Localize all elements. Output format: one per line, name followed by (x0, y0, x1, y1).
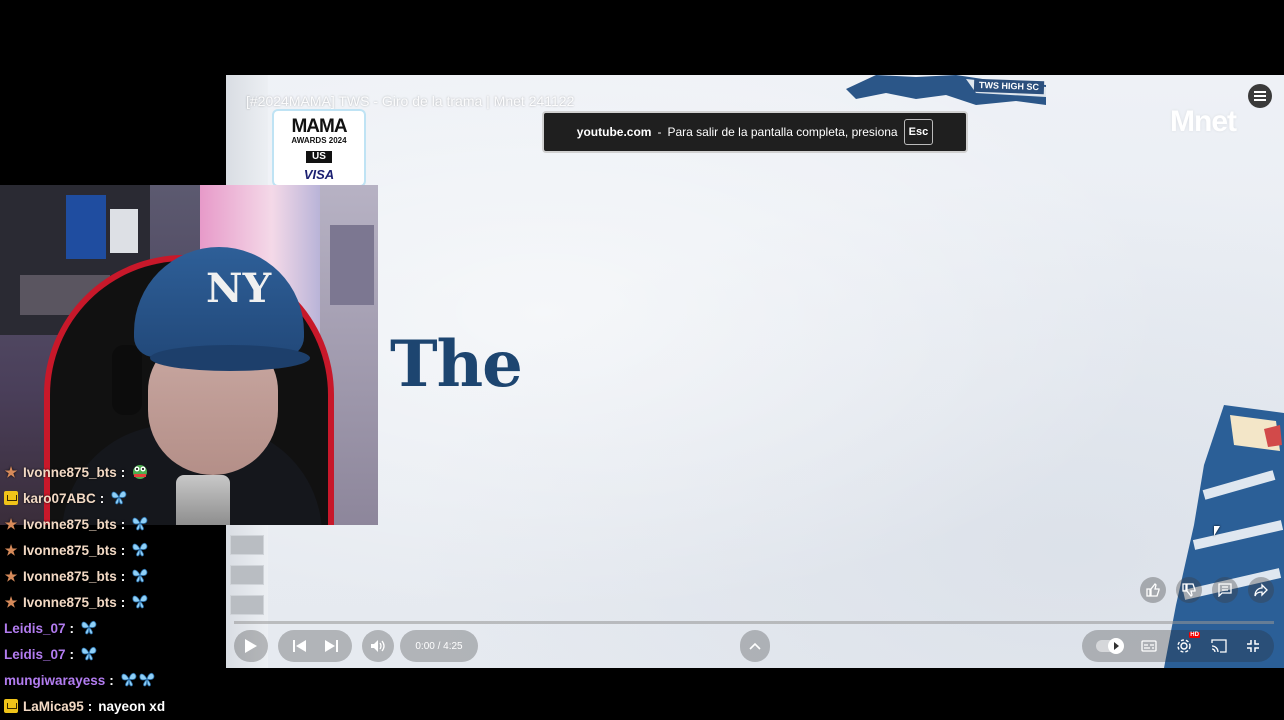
star-badge-icon: ★ (4, 568, 18, 584)
toast-message: Para salir de la pantalla completa, pres… (667, 125, 898, 139)
chat-colon: : (87, 698, 93, 714)
mama-awards-logo: MAMA AWARDS 2024 US VISA (274, 111, 364, 185)
headset-icon (112, 345, 142, 415)
chat-username[interactable]: karo07ABC (23, 491, 96, 506)
autoplay-toggle-icon[interactable] (1095, 638, 1124, 654)
chat-username[interactable]: Ivonne875_bts (23, 595, 117, 610)
chat-message: ★ Ivonne875_bts: (4, 564, 149, 588)
chat-colon: : (109, 672, 114, 688)
tws-paper-label: TWS HIGH SC (973, 78, 1045, 95)
volume-button[interactable] (362, 630, 394, 662)
chat-username[interactable]: Ivonne875_bts (23, 465, 117, 480)
lyric-text: The (390, 327, 523, 402)
chat-message: ★ Ivonne875_bts: (4, 590, 149, 614)
mama-logo-title: MAMA (291, 116, 347, 137)
captions-icon[interactable] (1141, 640, 1157, 652)
butterfly-emote-icon (80, 644, 98, 665)
esc-key: Esc (903, 119, 934, 145)
cast-icon[interactable] (1211, 639, 1227, 653)
chat-username[interactable]: Ivonne875_bts (23, 569, 117, 584)
fullscreen-toast: youtube.com - Para salir de la pantalla … (542, 111, 968, 153)
chevron-up-button[interactable] (740, 630, 770, 662)
butterfly-emote-icon (120, 670, 156, 691)
chat-username[interactable]: LaMica95 (23, 699, 84, 714)
chat-colon: : (69, 646, 75, 662)
play-button[interactable] (234, 630, 268, 662)
butterfly-emote-icon (110, 488, 128, 509)
comments-icon[interactable] (1212, 577, 1238, 603)
chat-username[interactable]: Leidis_07 (4, 647, 66, 662)
chat-username[interactable]: mungiwarayess (4, 673, 105, 688)
right-controls: HD (1082, 630, 1274, 662)
star-badge-icon: ★ (4, 516, 18, 532)
chat-message: Leidis_07: (4, 642, 98, 666)
mouse-cursor (1214, 526, 1220, 536)
exit-fullscreen-icon[interactable] (1246, 639, 1260, 653)
crown-badge-icon (4, 699, 18, 713)
play-icon (234, 639, 268, 653)
butterfly-emote-icon (131, 514, 149, 535)
crown-badge-icon (4, 491, 18, 505)
previous-icon[interactable] (292, 639, 308, 653)
dislike-icon[interactable] (1176, 577, 1202, 603)
chat-colon: : (120, 594, 126, 610)
star-badge-icon: ★ (4, 542, 18, 558)
chat-message: karo07ABC: (4, 486, 128, 510)
like-icon[interactable] (1140, 577, 1166, 603)
star-badge-icon: ★ (4, 594, 18, 610)
toast-domain: youtube.com (576, 125, 652, 139)
frog-emote-icon (131, 462, 149, 483)
next-icon[interactable] (323, 639, 339, 653)
butterfly-emote-icon (131, 540, 149, 561)
settings-icon[interactable]: HD (1176, 632, 1200, 654)
chat-message: Leidis_07: (4, 616, 98, 640)
chat-text: nayeon xd (98, 698, 166, 714)
chat-colon: : (99, 490, 105, 506)
volume-icon (370, 639, 386, 653)
video-side-actions (1140, 577, 1274, 603)
butterfly-emote-icon (131, 592, 149, 613)
ny-logo: NY (206, 265, 272, 312)
chat-username[interactable]: Ivonne875_bts (23, 543, 117, 558)
chat-colon: : (120, 464, 126, 480)
butterfly-emote-icon (80, 618, 98, 639)
player-controls: 0:00 / 4:25 HD (226, 628, 1284, 664)
progress-bar[interactable] (234, 621, 1274, 624)
chat-username[interactable]: Leidis_07 (4, 621, 66, 636)
video-background (226, 75, 1284, 668)
video-player[interactable]: TWS HIGH SC [#2024MAMA] TWS - Giro de la… (226, 75, 1284, 668)
queue-icon[interactable] (1248, 84, 1272, 108)
toast-separator: - (657, 125, 662, 139)
mama-logo-region: US (306, 151, 332, 163)
chat-message: mungiwarayess: (4, 668, 156, 692)
chevron-up-icon (749, 642, 761, 650)
hd-badge: HD (1189, 632, 1200, 638)
skip-controls (278, 630, 352, 662)
video-title[interactable]: [#2024MAMA] TWS - Giro de la trama | Mne… (246, 93, 574, 109)
chat-message: LaMica95: nayeon xd (4, 694, 165, 718)
butterfly-emote-icon (131, 566, 149, 587)
mnet-logo: Mnet (1170, 105, 1237, 138)
chat-colon: : (120, 568, 126, 584)
chat-message: ★ Ivonne875_bts: (4, 460, 149, 484)
visa-logo: VISA (303, 167, 335, 182)
chat-colon: : (120, 542, 126, 558)
time-display: 0:00 / 4:25 (400, 630, 478, 662)
chat-colon: : (69, 620, 75, 636)
mama-logo-subtitle: AWARDS 2024 (291, 136, 347, 145)
cap-brim (150, 345, 310, 371)
chat-message: ★ Ivonne875_bts: (4, 512, 149, 536)
microphone-icon (176, 475, 230, 525)
chat-colon: : (120, 516, 126, 532)
chat-username[interactable]: Ivonne875_bts (23, 517, 117, 532)
star-badge-icon: ★ (4, 464, 18, 480)
chat-message: ★ Ivonne875_bts: (4, 538, 149, 562)
share-icon[interactable] (1248, 577, 1274, 603)
